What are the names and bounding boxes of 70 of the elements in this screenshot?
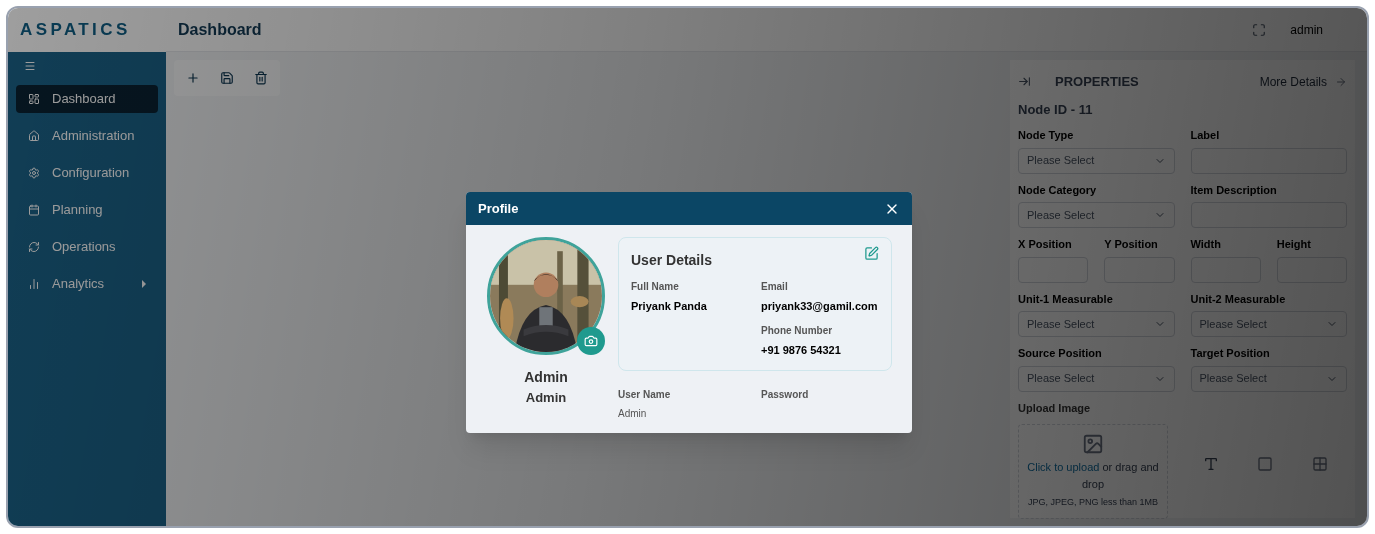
nav-icon (28, 130, 40, 142)
card-title: User Details (631, 251, 712, 270)
field-label: Source Position (1018, 346, 1103, 361)
detail-label: Password (761, 388, 810, 402)
detail-label: Email (761, 280, 789, 294)
nav-item[interactable]: Configuration (16, 159, 158, 187)
detail-label: Phone Number (761, 323, 834, 338)
field-label: Unit-1 Measurable (1018, 291, 1114, 307)
nav-icon (28, 167, 40, 179)
select-field[interactable]: Please Select (1018, 311, 1175, 337)
select-field[interactable]: Please Select (1018, 202, 1175, 228)
detail-value: priyank33@gamil.com (761, 299, 879, 314)
collapse-icon[interactable] (24, 60, 36, 72)
edit-icon[interactable] (864, 246, 879, 261)
upload-text: Click to upload or drag and drop (1026, 460, 1160, 492)
detail-label: Full Name (631, 280, 680, 294)
panel-title: PROPERTIES (1055, 73, 1139, 91)
nav-item[interactable]: Administration (16, 122, 158, 150)
detail-value: +91 9876 54321 (761, 342, 842, 358)
select-field[interactable]: Please Select (1190, 365, 1347, 392)
field-label: Y Position (1104, 237, 1159, 252)
more-details-link[interactable]: More Details (1259, 72, 1327, 91)
add-icon[interactable] (186, 71, 200, 85)
nav-item[interactable]: Planning (16, 196, 158, 224)
arrow-icon (1335, 75, 1347, 88)
select-field[interactable]: Please Select (1190, 311, 1347, 337)
field-label: Unit-2 Measurable (1190, 291, 1287, 307)
logo: ASPATICS (20, 19, 131, 42)
profile-name: Admin (524, 368, 568, 387)
field-label: Width (1190, 237, 1222, 252)
field-label: Height (1276, 237, 1312, 252)
field-label: Node Type (1018, 128, 1075, 143)
profile-role: Admin (525, 389, 567, 407)
input-field[interactable] (1190, 147, 1347, 174)
border-icon[interactable] (1257, 456, 1274, 472)
select-field[interactable]: Please Select (1018, 147, 1175, 174)
select-field[interactable]: Please Select (1018, 365, 1175, 392)
nav-icon (28, 278, 40, 290)
field-label: Target Position (1190, 346, 1271, 361)
input-field[interactable] (1190, 202, 1347, 228)
upload-area[interactable]: Click to upload or drag and drop JPG, JPEG, PNG less than 1MB (1018, 424, 1168, 519)
field-label: Node Category (1018, 182, 1098, 198)
field-label: X Position (1018, 237, 1073, 252)
user-name[interactable]: admin (1290, 20, 1323, 39)
text-size-icon[interactable] (1203, 456, 1220, 472)
grid-icon[interactable] (1311, 456, 1328, 472)
camera-button[interactable] (577, 327, 605, 355)
node-id: Node ID - 11 (1018, 100, 1094, 119)
field-label: Upload Image (1018, 400, 1092, 416)
delete-icon[interactable] (254, 71, 268, 85)
nav-item[interactable]: Operations (16, 233, 158, 261)
page-title: Dashboard (178, 19, 262, 40)
save-icon[interactable] (220, 71, 234, 85)
detail-label: User Name (618, 388, 672, 402)
camera-icon (584, 334, 598, 348)
nav-item[interactable]: Dashboard (16, 85, 158, 113)
dialog-title: Profile (478, 199, 519, 218)
nav-item[interactable]: Analytics (16, 270, 158, 298)
detail-value: Priyank Panda (631, 299, 708, 314)
nav-icon (28, 93, 40, 105)
nav-icon (28, 241, 40, 253)
upload-hint: JPG, JPEG, PNG less than 1MB (1027, 496, 1158, 509)
detail-value: Admin (618, 407, 648, 421)
image-icon (1082, 433, 1104, 455)
fullscreen-icon[interactable] (1252, 22, 1267, 37)
collapse-panel-icon[interactable] (1018, 75, 1031, 89)
upload-link[interactable]: Click to upload (1027, 461, 1100, 473)
nav-icon (28, 204, 40, 216)
field-label: Item Description (1190, 182, 1278, 198)
field-label: Label (1190, 128, 1221, 143)
